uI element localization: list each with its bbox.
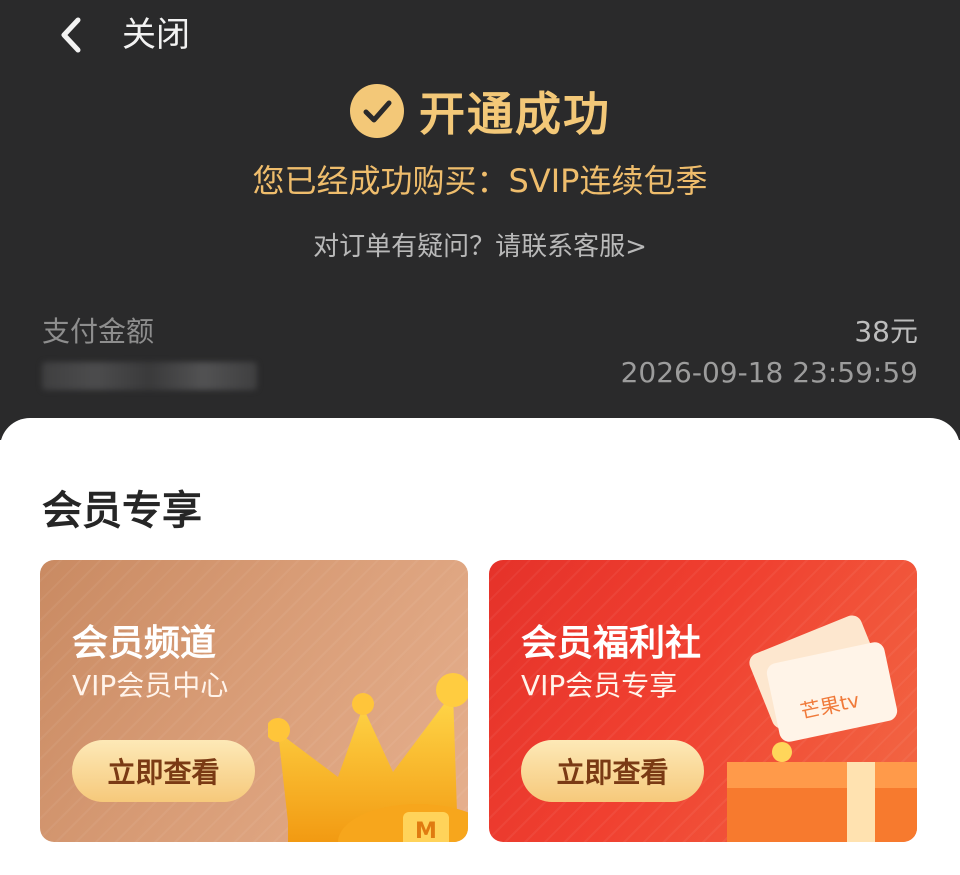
- amount-value: 38元: [854, 315, 918, 348]
- success-status: 开通成功: [0, 80, 960, 142]
- customer-service-link[interactable]: 对订单有疑问？请联系客服>: [0, 226, 960, 263]
- nav-bar: 关闭: [0, 0, 960, 70]
- header-panel: 关闭 开通成功 您已经成功购买：SVIP连续包季 对订单有疑问？请联系客服> 支…: [0, 0, 960, 440]
- chevron-left-icon[interactable]: [52, 12, 92, 58]
- redacted-field: [42, 362, 257, 390]
- view-now-button[interactable]: 立即查看: [72, 740, 255, 802]
- check-circle-icon: [350, 84, 404, 138]
- crown-icon: M: [268, 673, 468, 842]
- success-title: 开通成功: [419, 87, 611, 141]
- close-button[interactable]: 关闭: [122, 12, 190, 58]
- section-title: 会员专享: [42, 488, 202, 534]
- svg-text:M: M: [415, 819, 437, 842]
- card-subtitle: VIP会员专享: [521, 669, 678, 702]
- card-title: 会员频道: [72, 623, 217, 664]
- card-title: 会员福利社: [521, 623, 702, 664]
- gift-box-icon: 芒果tv: [727, 615, 917, 842]
- view-now-button[interactable]: 立即查看: [521, 740, 704, 802]
- purchase-info: 您已经成功购买：SVIP连续包季: [252, 162, 708, 200]
- member-welfare-card[interactable]: 会员福利社 VIP会员专享 立即查看 芒果tv: [489, 560, 917, 842]
- payment-time: 2026-09-18 23:59:59: [620, 356, 918, 389]
- card-subtitle: VIP会员中心: [72, 669, 229, 702]
- amount-label: 支付金额: [42, 315, 155, 348]
- member-channel-card[interactable]: 会员频道 VIP会员中心 立即查看 M: [40, 560, 468, 842]
